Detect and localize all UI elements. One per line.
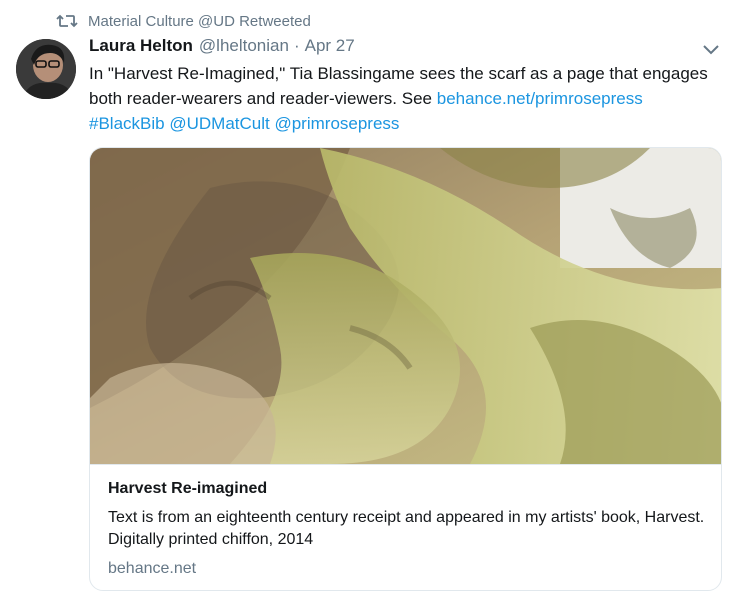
card-body[interactable]: Harvest Re-imagined Text is from an eigh… [90,464,721,579]
tweet-header: Laura Helton @lheltonian · Apr 27 [89,36,355,58]
author-handle[interactable]: @lheltonian [199,36,289,56]
retweet-label[interactable]: Material Culture @UD Retweeted [88,13,311,30]
avatar[interactable] [16,39,76,99]
hashtag-link[interactable]: #BlackBib [89,114,165,133]
card-title[interactable]: Harvest Re-imagined [108,479,705,499]
header-separator: · [293,36,300,55]
card-image[interactable] [90,148,721,464]
tweet-text: In "Harvest Re-Imagined," Tia Blassingam… [89,61,729,136]
tweet-link[interactable]: behance.net/primrosepress [437,89,643,108]
mention-link-primrosepress[interactable]: @primrosepress [274,114,399,133]
retweet-icon [56,12,78,30]
card-domain: behance.net [108,560,197,577]
tweet-date[interactable]: Apr 27 [305,36,355,56]
author-name[interactable]: Laura Helton [89,36,193,56]
card-description: Text is from an eighteenth century recei… [108,509,705,548]
chevron-down-icon[interactable] [702,42,720,56]
mention-link-udmatcult[interactable]: @UDMatCult [169,114,269,133]
retweet-context[interactable]: Material Culture @UD Retweeted [56,11,311,31]
link-card[interactable]: Harvest Re-imagined Text is from an eigh… [89,147,722,591]
